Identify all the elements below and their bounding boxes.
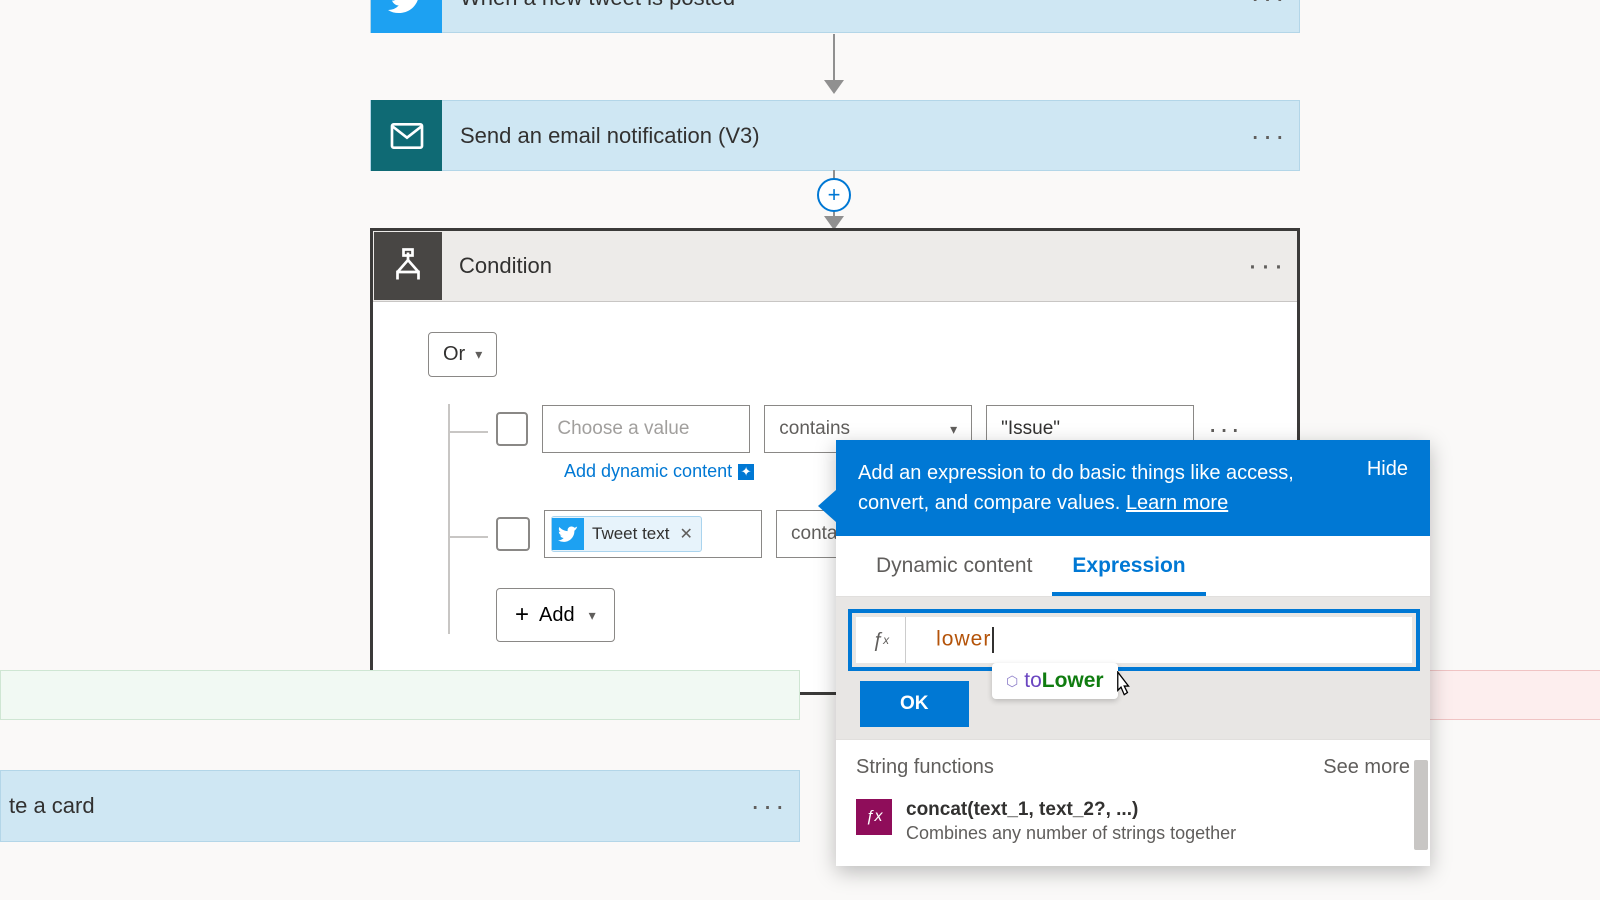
operator-label: contains (779, 418, 850, 440)
function-icon: ƒx (856, 799, 892, 835)
add-row-button[interactable]: + Add ▾ (496, 588, 615, 642)
tree-line (448, 431, 488, 433)
autocomplete-suggestion[interactable]: ⬡ toLower (992, 663, 1118, 699)
expression-popup: Add an expression to do basic things lik… (836, 440, 1430, 866)
plus-icon: + (515, 601, 529, 629)
twitter-icon (552, 518, 584, 550)
function-name: concat(text_1, text_2?, ...) (906, 799, 1236, 821)
popup-description: Add an expression to do basic things lik… (858, 458, 1351, 518)
trigger-title: When a new tweet is posted (442, 0, 1239, 11)
step-menu-button[interactable]: ··· (1239, 0, 1299, 14)
expression-input[interactable]: ƒx lower (856, 617, 1412, 663)
suggestion-match: Lower (1042, 669, 1104, 693)
logic-dropdown[interactable]: Or ▾ (428, 332, 497, 377)
yes-branch (0, 670, 800, 720)
suggestion-prefix: to (1024, 669, 1042, 693)
token-label: Tweet text (592, 524, 669, 544)
learn-more-link[interactable]: Learn more (1126, 492, 1228, 514)
highlight-annotation: ƒx lower ⬡ toLower (848, 609, 1420, 671)
operator-label: conta (791, 523, 837, 545)
callout-pointer (818, 490, 836, 522)
ok-button[interactable]: OK (860, 681, 969, 727)
add-dynamic-label: Add dynamic content (564, 461, 732, 482)
section-title: String functions (856, 756, 994, 779)
see-more-link[interactable]: See more (1323, 756, 1410, 779)
email-icon (371, 100, 442, 171)
scrollbar[interactable] (1414, 760, 1428, 850)
condition-header[interactable]: Condition ··· (373, 231, 1297, 302)
trigger-step[interactable]: When a new tweet is posted ··· (370, 0, 1300, 33)
dynamic-toggle-icon: ✦ (738, 464, 754, 480)
action-title: Send an email notification (V3) (442, 123, 1239, 149)
function-description: Combines any number of strings together (906, 823, 1236, 844)
twitter-icon (371, 0, 442, 33)
token-remove-icon[interactable]: ✕ (679, 524, 692, 544)
arrow-icon (824, 80, 844, 94)
tab-dynamic-content[interactable]: Dynamic content (856, 536, 1052, 596)
condition-icon (374, 232, 442, 300)
mouse-cursor-icon (1110, 671, 1132, 699)
expression-text: lower (906, 627, 1412, 653)
action-step-email[interactable]: Send an email notification (V3) ··· (370, 100, 1300, 171)
add-label: Add (539, 604, 575, 627)
card-title: te a card (9, 793, 739, 819)
value-input[interactable]: Choose a value (542, 405, 750, 453)
step-menu-button[interactable]: ··· (1239, 120, 1299, 152)
connector (833, 34, 835, 82)
add-step-button[interactable]: + (817, 178, 851, 212)
step-menu-button[interactable]: ··· (739, 790, 799, 822)
cube-icon: ⬡ (1006, 673, 1018, 690)
function-item[interactable]: ƒx concat(text_1, text_2?, ...) Combines… (856, 793, 1410, 850)
fx-icon: ƒx (856, 617, 906, 663)
chevron-down-icon: ▾ (475, 346, 482, 363)
condition-title: Condition (443, 253, 1237, 279)
condition-menu-button[interactable]: ··· (1237, 249, 1297, 283)
chevron-down-icon: ▾ (950, 421, 957, 438)
action-step-card[interactable]: te a card ··· (0, 770, 800, 842)
hide-button[interactable]: Hide (1367, 458, 1408, 481)
logic-label: Or (443, 343, 465, 366)
row-checkbox[interactable] (496, 517, 530, 551)
tree-line (448, 536, 488, 538)
row-checkbox[interactable] (496, 412, 528, 446)
value-input[interactable]: Tweet text ✕ (544, 510, 762, 558)
chevron-down-icon: ▾ (589, 607, 596, 624)
tab-expression[interactable]: Expression (1052, 536, 1205, 596)
dynamic-token[interactable]: Tweet text ✕ (551, 516, 702, 552)
